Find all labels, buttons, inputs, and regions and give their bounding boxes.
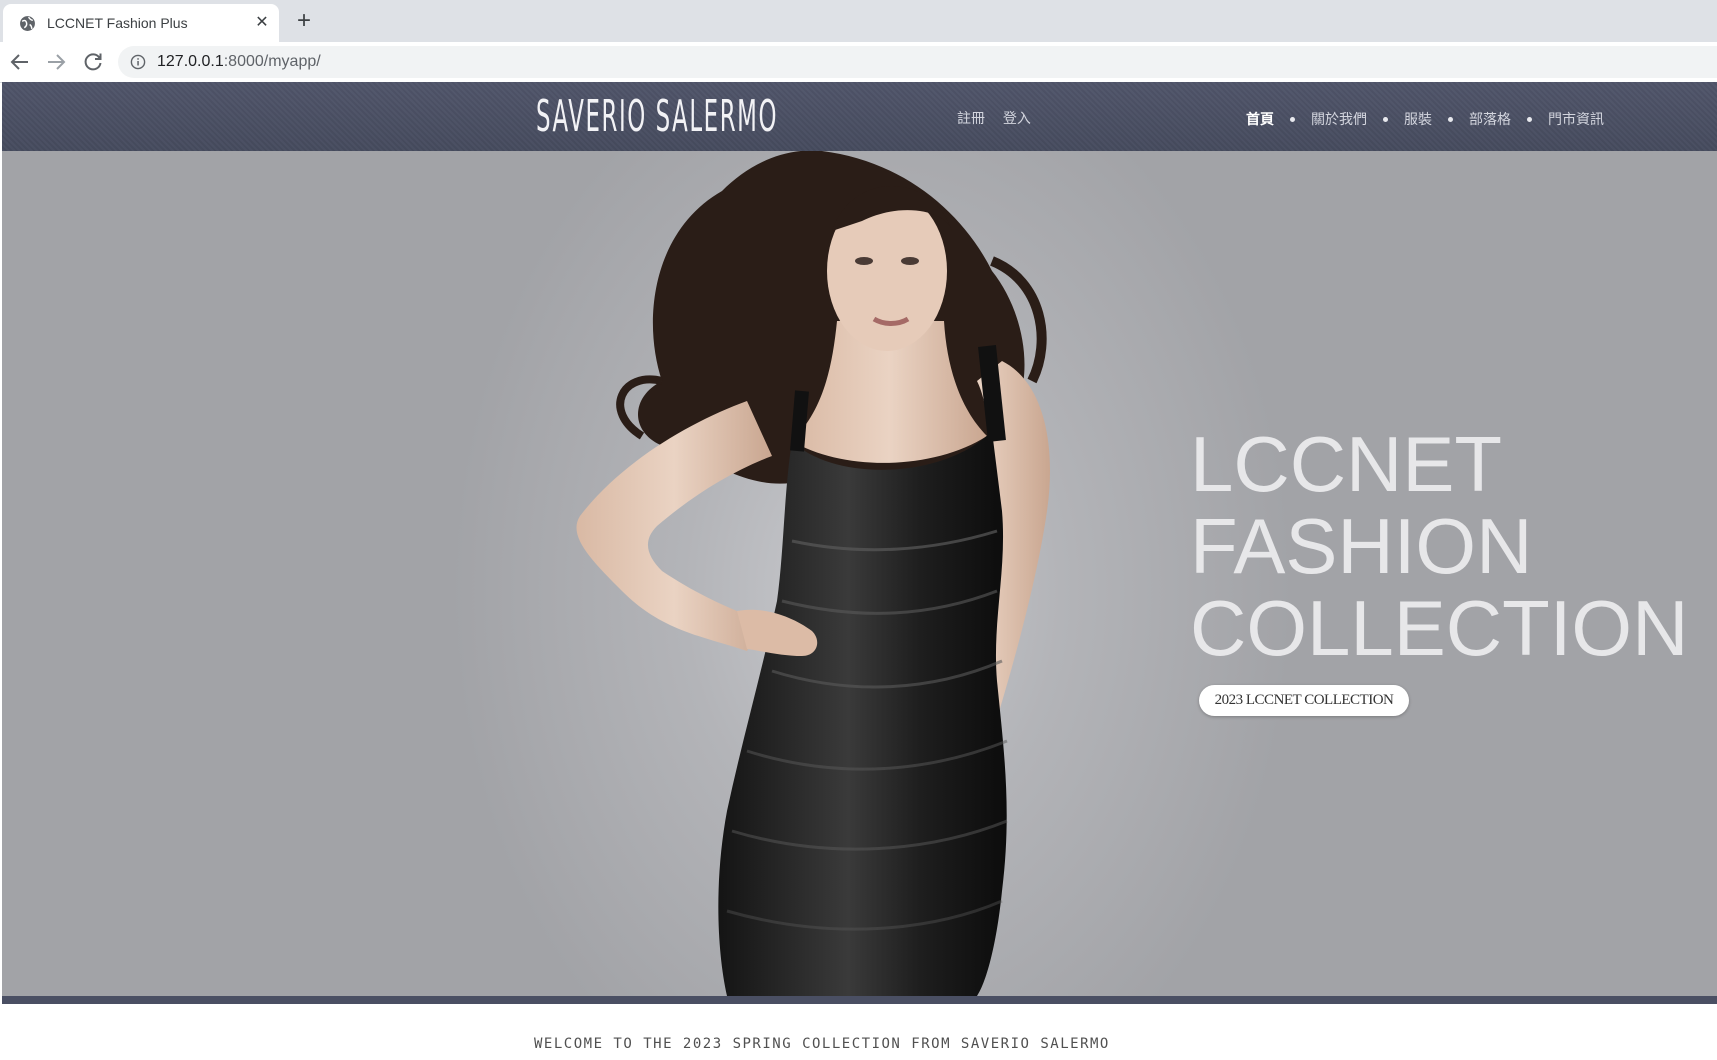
hero-title: LCCNET FASHION COLLECTION — [1190, 423, 1688, 669]
nav-blog[interactable]: 部落格 — [1469, 109, 1511, 129]
new-tab-button[interactable]: + — [290, 7, 318, 35]
auth-links: 註冊 登入 — [957, 108, 1045, 128]
site-header: SAVERIO SALERMO 註冊 登入 首頁 關於我們 服裝 部落格 門市資… — [2, 82, 1717, 151]
tab-strip: LCCNET Fashion Plus ✕ + — [0, 0, 1717, 42]
browser-tab[interactable]: LCCNET Fashion Plus ✕ — [3, 4, 279, 42]
nav-about[interactable]: 關於我們 — [1311, 109, 1367, 129]
reload-icon[interactable] — [81, 50, 105, 74]
nav-home[interactable]: 首頁 — [1246, 109, 1274, 129]
nav-separator-dot — [1448, 116, 1453, 122]
collection-badge-button[interactable]: 2023 LCCNET COLLECTION — [1199, 685, 1409, 716]
hero-title-line: LCCNET — [1190, 420, 1503, 508]
register-link[interactable]: 註冊 — [957, 110, 985, 126]
nav-clothing[interactable]: 服裝 — [1404, 109, 1432, 129]
nav-separator-dot — [1527, 116, 1532, 122]
nav-separator-dot — [1383, 116, 1388, 122]
hero-banner: LCCNET FASHION COLLECTION 2023 LCCNET CO… — [2, 151, 1717, 996]
address-bar[interactable]: 127.0.0.1:8000/myapp/ — [118, 46, 1717, 78]
hero-title-line: FASHION — [1190, 502, 1533, 590]
brand-logo[interactable]: SAVERIO SALERMO — [536, 92, 778, 142]
browser-toolbar: 127.0.0.1:8000/myapp/ — [0, 42, 1717, 83]
globe-icon — [20, 16, 35, 31]
url-path: :8000/myapp/ — [223, 53, 321, 70]
nav-stores[interactable]: 門市資訊 — [1548, 109, 1604, 129]
nav-separator-dot — [1290, 116, 1295, 122]
arrow-right-icon[interactable] — [44, 50, 68, 74]
main-nav: 首頁 關於我們 服裝 部落格 門市資訊 — [1246, 109, 1604, 129]
url-text[interactable]: 127.0.0.1:8000/myapp/ — [157, 53, 321, 71]
close-tab-icon[interactable]: ✕ — [251, 12, 273, 34]
info-icon[interactable] — [130, 54, 146, 70]
hero-title-line: COLLECTION — [1190, 584, 1689, 672]
tab-title: LCCNET Fashion Plus — [47, 15, 188, 31]
welcome-text: WELCOME TO THE 2023 SPRING COLLECTION FR… — [534, 1036, 1110, 1052]
arrow-left-icon[interactable] — [8, 50, 32, 74]
url-host: 127.0.0.1 — [157, 53, 224, 70]
browser-window: LCCNET Fashion Plus ✕ + 127.0.0.1:8000/m… — [0, 0, 1717, 1060]
hero-bottom-border — [2, 996, 1717, 1004]
login-link[interactable]: 登入 — [1003, 110, 1031, 126]
